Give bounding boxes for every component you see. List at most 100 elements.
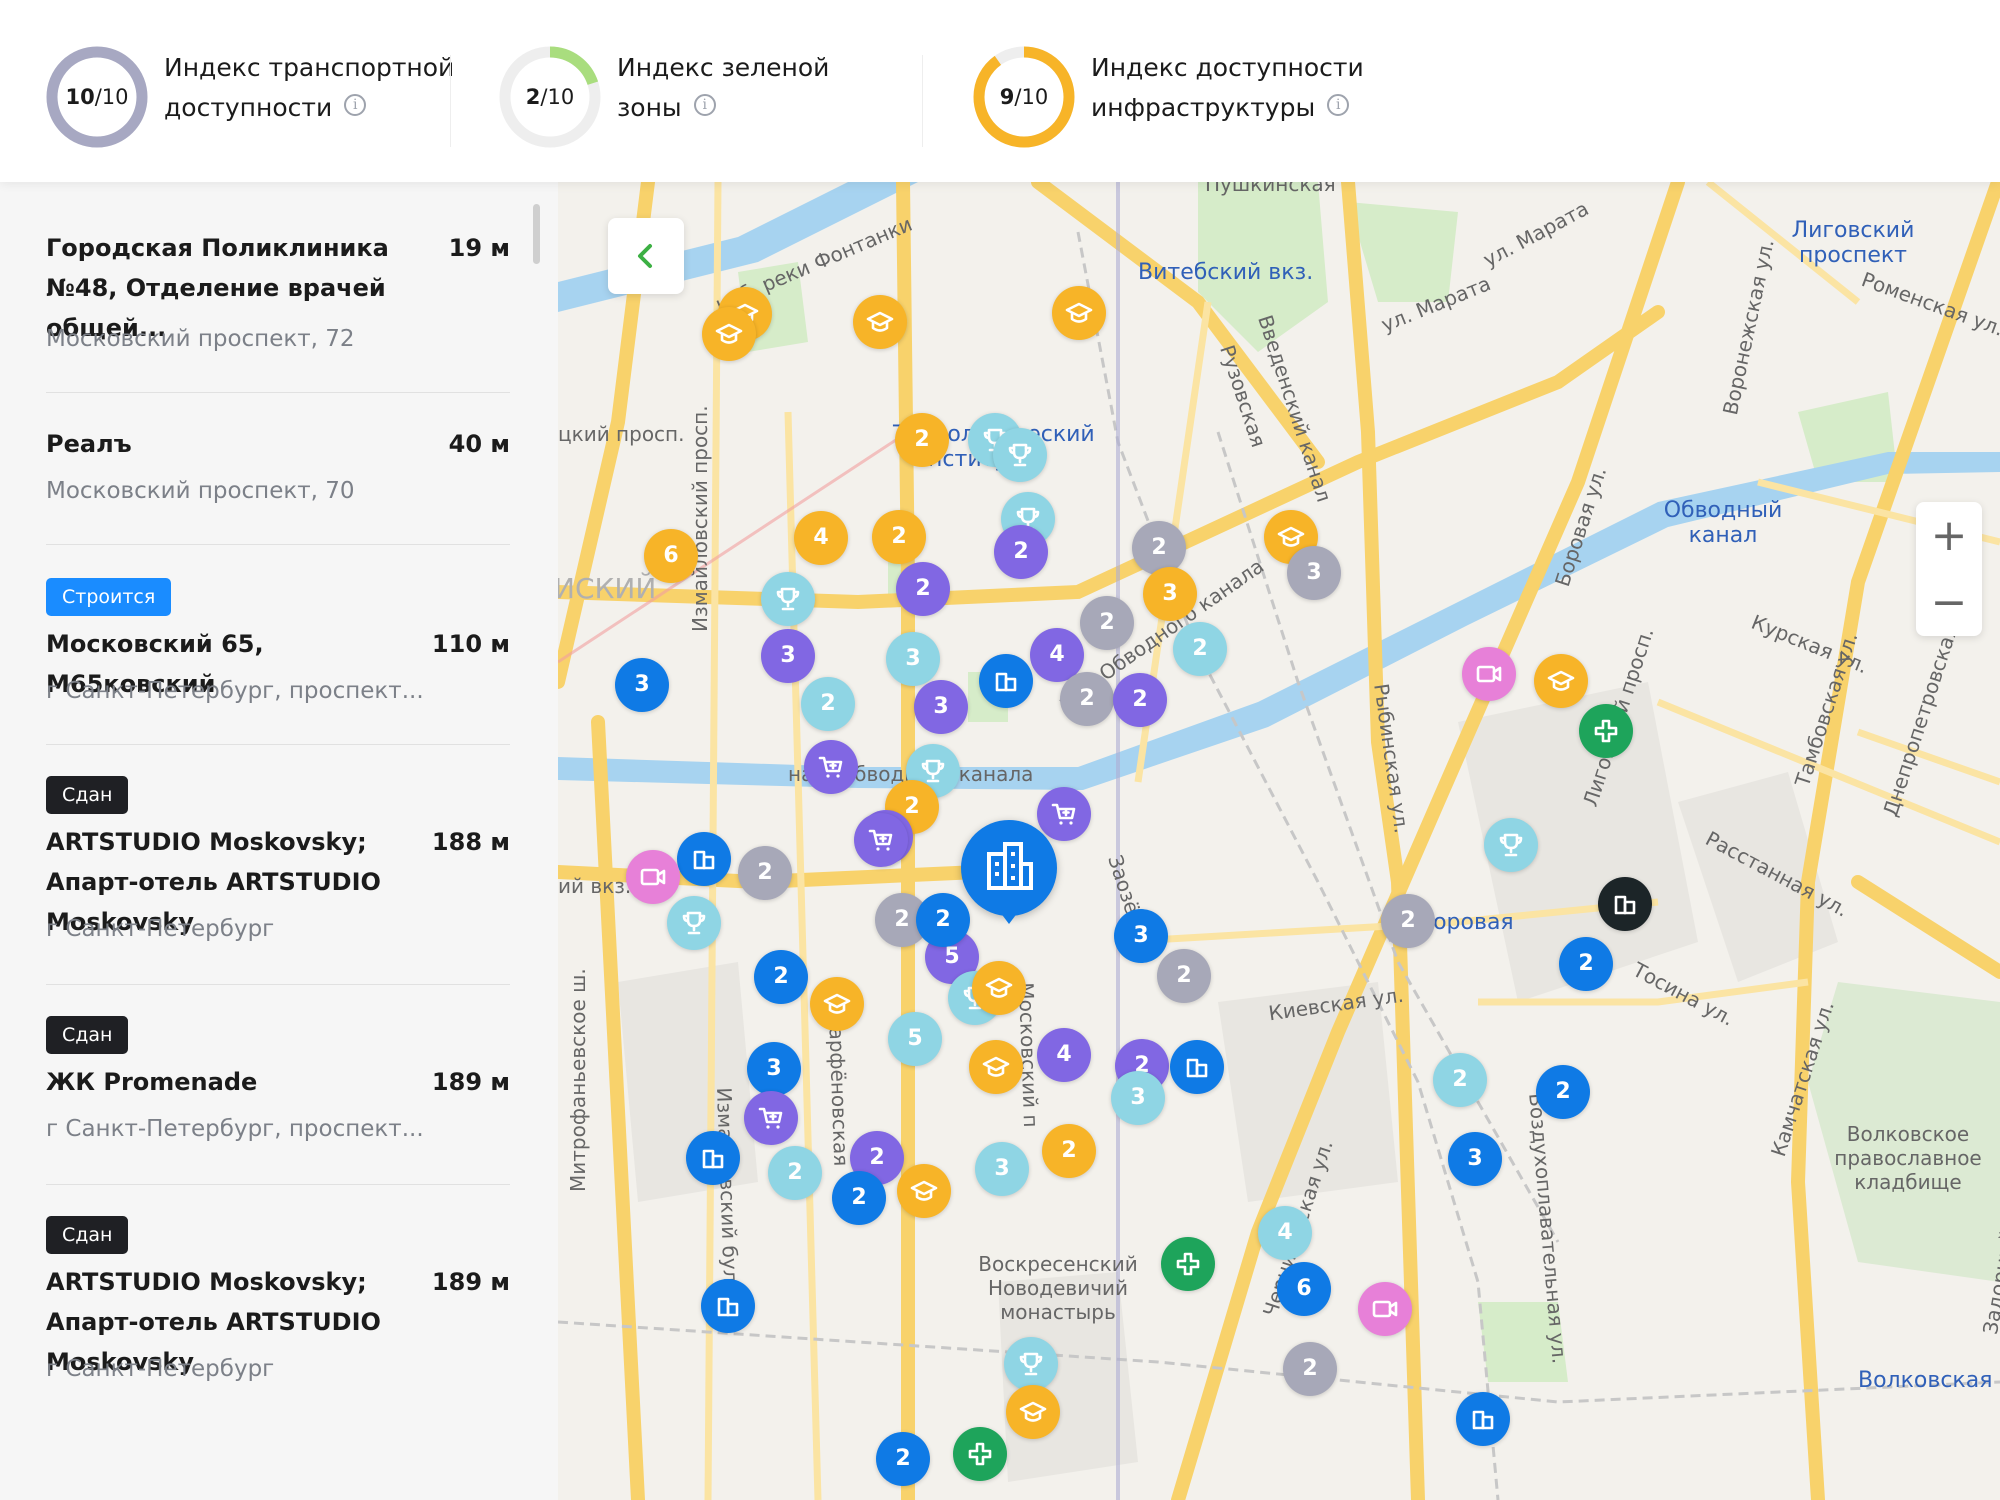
marker-graduation[interactable]: [702, 307, 756, 361]
collapse-sidebar-button[interactable]: [608, 218, 684, 294]
building-icon: [987, 842, 1033, 890]
marker-graduation[interactable]: [969, 1040, 1023, 1094]
cluster-marker[interactable]: 2: [832, 1171, 886, 1225]
cluster-marker[interactable]: 2: [1080, 596, 1134, 650]
cluster-marker[interactable]: 2: [1173, 622, 1227, 676]
cluster-marker[interactable]: 2: [1381, 894, 1435, 948]
zoom-out-button[interactable]: −: [1916, 569, 1982, 636]
marker-video[interactable]: [1358, 1282, 1412, 1336]
cluster-marker[interactable]: 2: [738, 846, 792, 900]
cluster-marker[interactable]: 3: [615, 658, 669, 712]
marker-trophy[interactable]: [667, 896, 721, 950]
cluster-marker[interactable]: 3: [975, 1142, 1029, 1196]
marker-graduation[interactable]: [853, 295, 907, 349]
cluster-marker[interactable]: 5: [888, 1012, 942, 1066]
marker-building[interactable]: [1170, 1040, 1224, 1094]
marker-graduation[interactable]: [1052, 286, 1106, 340]
list-item[interactable]: Реалъ 40 м Московский проспект, 70: [46, 424, 510, 524]
marker-graduation[interactable]: [897, 1164, 951, 1218]
marker-trophy[interactable]: [993, 428, 1047, 482]
cluster-marker[interactable]: 3: [886, 632, 940, 686]
cluster-marker[interactable]: 3: [761, 629, 815, 683]
marker-trophy[interactable]: [761, 572, 815, 626]
cluster-marker[interactable]: 3: [1114, 909, 1168, 963]
marker-medical-cross[interactable]: [953, 1427, 1007, 1481]
marker-graduation[interactable]: [1534, 654, 1588, 708]
divider: [922, 55, 923, 147]
marker-trophy[interactable]: [1484, 818, 1538, 872]
info-icon[interactable]: i: [693, 94, 716, 116]
cluster-marker[interactable]: 2: [994, 525, 1048, 579]
cluster-marker[interactable]: 3: [1111, 1071, 1165, 1125]
map-label: Пушкинская: [1205, 182, 1336, 196]
list-item[interactable]: Сдан ARTSTUDIO Moskovsky; Апарт-отель AR…: [46, 776, 510, 946]
cluster-marker[interactable]: 2: [896, 562, 950, 616]
cluster-marker[interactable]: 3: [747, 1042, 801, 1096]
list-item[interactable]: Сдан ARTSTUDIO Moskovsky; Апарт-отель AR…: [46, 1216, 510, 1386]
map-label: Витебский вкз.: [1138, 260, 1314, 285]
cluster-marker[interactable]: 2: [872, 510, 926, 564]
cluster-marker[interactable]: 2: [754, 950, 808, 1004]
marker-graduation[interactable]: [1006, 1385, 1060, 1439]
cluster-marker[interactable]: 6: [1277, 1262, 1331, 1316]
marker-building[interactable]: [677, 832, 731, 886]
cluster-count: 4: [813, 525, 829, 550]
cluster-marker[interactable]: 2: [1157, 949, 1211, 1003]
list-item[interactable]: Строится Московский 65, М65ковский 110 м…: [46, 578, 510, 728]
cluster-marker[interactable]: 2: [1042, 1124, 1096, 1178]
cluster-marker[interactable]: 2: [768, 1146, 822, 1200]
marker-building[interactable]: [1598, 877, 1652, 931]
marker-medical-cross[interactable]: [1161, 1237, 1215, 1291]
cluster-count: 2: [757, 860, 773, 885]
cluster-marker[interactable]: 3: [1287, 546, 1341, 600]
selected-building-pin[interactable]: [961, 820, 1057, 916]
cluster-marker[interactable]: 6: [644, 529, 698, 583]
marker-cart[interactable]: [804, 740, 858, 794]
cluster-marker[interactable]: 2: [1132, 521, 1186, 575]
cluster-marker[interactable]: 2: [1433, 1053, 1487, 1107]
cluster-count: 3: [1306, 560, 1322, 585]
cluster-marker[interactable]: 2: [1559, 937, 1613, 991]
cluster-marker[interactable]: 4: [794, 511, 848, 565]
map-label: Измайловский просп.: [688, 405, 712, 632]
zoom-in-button[interactable]: +: [1916, 502, 1982, 569]
transport-index-max: /10: [94, 85, 129, 109]
marker-building[interactable]: [1456, 1392, 1510, 1446]
info-icon[interactable]: i: [344, 94, 367, 116]
marker-trophy[interactable]: [1004, 1337, 1058, 1391]
marker-medical-cross[interactable]: [1579, 704, 1633, 758]
marker-video[interactable]: [626, 850, 680, 904]
cluster-marker[interactable]: 2: [1536, 1065, 1590, 1119]
marker-building[interactable]: [686, 1131, 740, 1185]
cluster-marker[interactable]: 3: [1143, 567, 1197, 621]
place-address: г Санкт-Петербург: [46, 1356, 275, 1382]
marker-graduation[interactable]: [810, 977, 864, 1031]
cluster-marker[interactable]: 2: [876, 1432, 930, 1486]
scrollbar[interactable]: [533, 204, 540, 264]
cluster-count: 2: [904, 794, 920, 819]
cluster-marker[interactable]: 2: [1113, 673, 1167, 727]
cluster-marker[interactable]: 4: [1258, 1206, 1312, 1260]
marker-graduation[interactable]: [972, 961, 1026, 1015]
cluster-count: 2: [1555, 1079, 1571, 1104]
cluster-marker[interactable]: 3: [914, 680, 968, 734]
cluster-marker[interactable]: 3: [1448, 1132, 1502, 1186]
marker-building[interactable]: [701, 1279, 755, 1333]
cluster-marker[interactable]: 2: [1283, 1342, 1337, 1396]
list-item[interactable]: Городская Поликлиника №48, Отделение вра…: [46, 228, 510, 352]
cluster-marker[interactable]: 4: [1037, 1028, 1091, 1082]
cluster-marker[interactable]: 2: [1060, 672, 1114, 726]
cluster-marker[interactable]: 2: [895, 413, 949, 467]
cluster-count: 2: [1176, 963, 1192, 988]
cluster-count: 2: [895, 1446, 911, 1471]
marker-cart[interactable]: [854, 813, 908, 867]
list-item[interactable]: Сдан ЖК Promenade 189 м г Санкт-Петербур…: [46, 1016, 510, 1146]
info-icon[interactable]: i: [1327, 94, 1350, 116]
cluster-count: 6: [1296, 1276, 1312, 1301]
places-list[interactable]: Городская Поликлиника №48, Отделение вра…: [0, 182, 558, 1500]
cluster-marker[interactable]: 2: [801, 677, 855, 731]
map[interactable]: Пушкинская Витебский вкз. Лиговский прос…: [558, 182, 2000, 1500]
marker-video[interactable]: [1462, 647, 1516, 701]
marker-cart[interactable]: [744, 1091, 798, 1145]
marker-building[interactable]: [979, 654, 1033, 708]
